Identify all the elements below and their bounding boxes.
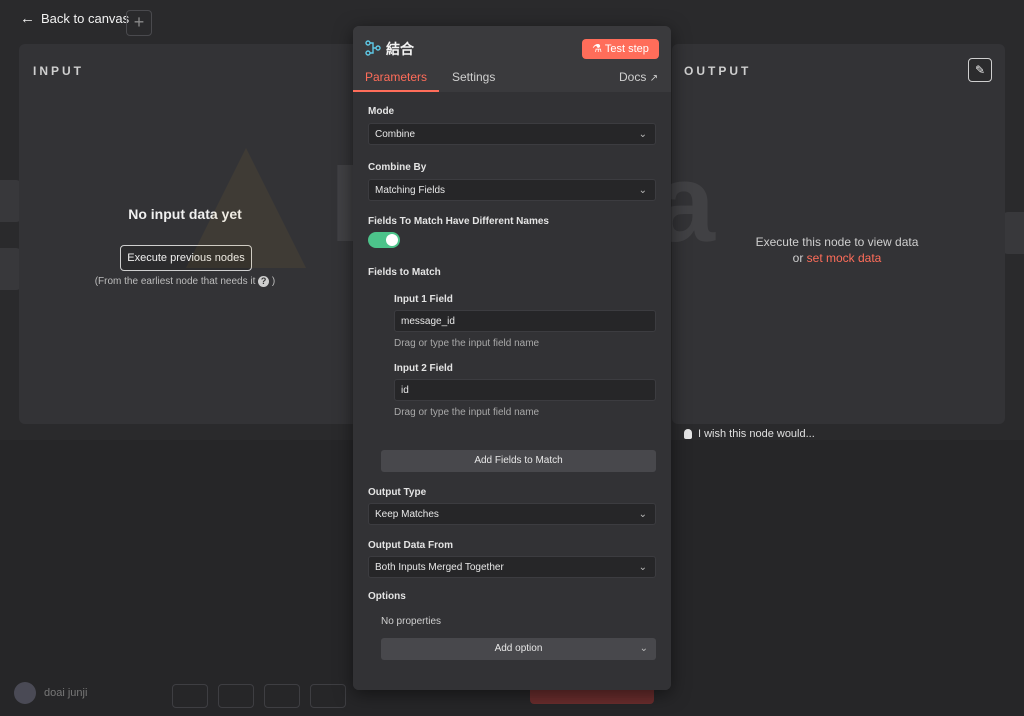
user-name: doai junji	[44, 687, 88, 699]
flask-icon: ⚗	[592, 43, 602, 55]
feedback-link[interactable]: I wish this node would...	[684, 428, 815, 440]
add-option-button[interactable]: Add option ⌄	[381, 638, 656, 660]
toggle-knob	[386, 234, 398, 246]
earliest-note-text: (From the earliest node that needs it	[94, 276, 256, 287]
output-data-from-value: Both Inputs Merged Together	[375, 562, 504, 573]
execute-node-text: Execute this node to view data	[755, 235, 919, 249]
reset-zoom-button[interactable]	[310, 684, 346, 708]
docs-label: Docs	[619, 70, 647, 84]
combine-by-value: Matching Fields	[375, 185, 446, 196]
external-link-icon: ↗	[649, 73, 659, 84]
node-header: 結合 ⚗ Test step Parameters Settings Docs …	[353, 26, 671, 93]
pencil-icon: ✎	[974, 63, 986, 77]
chevron-down-icon: ⌄	[638, 562, 647, 573]
execute-node-message: Execute this node to view data or set mo…	[752, 234, 922, 266]
output-data-from-label: Output Data From	[368, 540, 453, 551]
input2-field-input[interactable]: id	[394, 379, 656, 401]
add-node-button[interactable]: +	[126, 10, 152, 36]
input2-field-hint: Drag or type the input field name	[394, 407, 540, 418]
avatar	[14, 682, 36, 704]
chevron-down-icon: ⌄	[638, 509, 647, 520]
add-option-label: Add option	[494, 643, 543, 654]
tab-parameters[interactable]: Parameters	[365, 70, 427, 84]
bottom-user: doai junji	[14, 682, 87, 704]
chevron-down-icon: ⌄	[639, 643, 648, 654]
input1-field-hint: Drag or type the input field name	[394, 338, 540, 349]
drive-node-tab[interactable]	[1002, 212, 1024, 254]
back-to-canvas-link[interactable]: ← Back to canvas	[20, 10, 129, 27]
different-names-toggle[interactable]	[368, 232, 400, 248]
fields-to-match-label: Fields to Match	[368, 267, 441, 278]
input1-field-input[interactable]: message_id	[394, 310, 656, 332]
earliest-node-note: (From the earliest node that needs it ? …	[19, 276, 351, 287]
options-label: Options	[368, 591, 406, 602]
output-panel-title: OUTPUT	[684, 64, 752, 78]
mode-select[interactable]: Combine ⌄	[368, 123, 656, 145]
input2-field-label: Input 2 Field	[394, 363, 453, 374]
merge-icon	[365, 40, 381, 56]
chevron-down-icon: ⌄	[638, 185, 647, 196]
or-text: or	[792, 251, 804, 265]
watermark-logo	[186, 148, 306, 268]
arrow-left-icon: ←	[20, 10, 35, 27]
zoom-out-button[interactable]	[264, 684, 300, 708]
mode-value: Combine	[375, 129, 416, 140]
output-type-value: Keep Matches	[375, 509, 439, 520]
input1-field-label: Input 1 Field	[394, 294, 453, 305]
docs-link[interactable]: Docs ↗	[619, 70, 658, 84]
back-to-canvas-label: Back to canvas	[41, 11, 130, 26]
output-type-select[interactable]: Keep Matches ⌄	[368, 503, 656, 525]
help-icon[interactable]: ?	[258, 276, 270, 287]
set-mock-data-link[interactable]: set mock data	[807, 251, 882, 265]
input-panel-title: INPUT	[33, 64, 84, 78]
node-settings-panel: 結合 ⚗ Test step Parameters Settings Docs …	[353, 26, 671, 690]
zoom-fit-button[interactable]	[172, 684, 208, 708]
node-title[interactable]: 結合	[386, 39, 414, 59]
lightbulb-icon	[684, 429, 692, 439]
no-properties-text: No properties	[381, 616, 442, 627]
feedback-text: I wish this node would...	[698, 428, 815, 440]
test-step-label: Test step	[604, 43, 649, 55]
parameters-form: Mode Combine ⌄ Combine By Matching Field…	[353, 92, 671, 690]
output-panel: OUTPUT ✎ Execute this node to view data …	[672, 44, 1005, 424]
tab-settings[interactable]: Settings	[452, 70, 495, 84]
earliest-note-close: )	[271, 276, 276, 287]
mode-label: Mode	[368, 106, 395, 117]
test-step-button[interactable]: ⚗ Test step	[582, 39, 659, 59]
add-fields-to-match-button[interactable]: Add Fields to Match	[381, 450, 656, 472]
edit-output-button[interactable]: ✎	[968, 58, 992, 82]
zoom-in-button[interactable]	[218, 684, 254, 708]
combine-by-select[interactable]: Matching Fields ⌄	[368, 179, 656, 201]
chevron-down-icon: ⌄	[638, 129, 647, 140]
output-type-label: Output Type	[368, 487, 427, 498]
canvas-toolbar	[172, 684, 346, 708]
combine-by-label: Combine By	[368, 162, 427, 173]
output-data-from-select[interactable]: Both Inputs Merged Together ⌄	[368, 556, 656, 578]
different-names-label: Fields To Match Have Different Names	[368, 216, 549, 227]
